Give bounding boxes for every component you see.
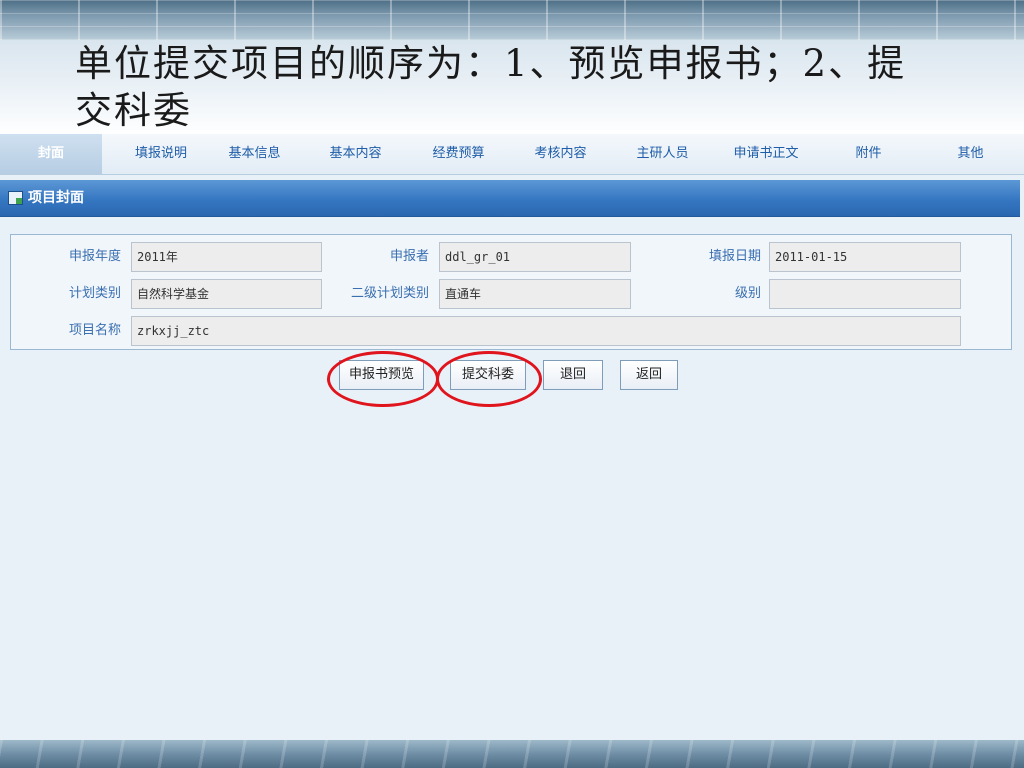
return-button[interactable]: 返回: [620, 360, 678, 390]
application-screenshot: 封面 填报说明 基本信息 基本内容 经费预算 考核内容 主研人员 申请书正文 附…: [0, 134, 1024, 740]
submit-to-committee-button[interactable]: 提交科委: [450, 360, 526, 390]
project-cover-form: 申报年度 2011年 申报者 ddl_gr_01 填报日期 2011-01-15…: [10, 234, 1012, 350]
reject-button[interactable]: 退回: [543, 360, 603, 390]
date-label: 填报日期: [708, 249, 761, 264]
slide-title-line-2: 交科委: [75, 89, 192, 132]
tab-budget[interactable]: 经费预算: [416, 134, 501, 174]
section-header: 项目封面: [0, 180, 1020, 217]
section-title: 项目封面: [28, 190, 84, 206]
sub-plan-category-label: 二级计划类别: [350, 286, 429, 301]
plan-category-field[interactable]: 自然科学基金: [131, 279, 322, 309]
tab-assessment[interactable]: 考核内容: [518, 134, 603, 174]
level-label: 级别: [734, 286, 761, 301]
tab-basic-content[interactable]: 基本内容: [313, 134, 398, 174]
preview-proposal-button[interactable]: 申报书预览: [339, 360, 424, 390]
tab-other[interactable]: 其他: [928, 134, 1013, 174]
sub-plan-category-field[interactable]: 直通车: [439, 279, 631, 309]
slide-footer-decoration: [0, 740, 1024, 768]
year-label: 申报年度: [68, 249, 121, 264]
tab-attachments[interactable]: 附件: [826, 134, 911, 174]
tab-cover[interactable]: 封面: [0, 134, 102, 174]
year-field[interactable]: 2011年: [131, 242, 322, 272]
plan-category-label: 计划类别: [68, 286, 121, 301]
tab-basic-info[interactable]: 基本信息: [212, 134, 297, 174]
applicant-label: 申报者: [389, 249, 429, 264]
tab-researchers[interactable]: 主研人员: [620, 134, 705, 174]
tab-proposal-text[interactable]: 申请书正文: [716, 134, 816, 174]
form-icon: [8, 191, 23, 205]
tab-instructions[interactable]: 填报说明: [110, 134, 212, 174]
slide-title: 单位提交项目的顺序为：1、预览申报书；2、提 交科委: [75, 40, 935, 134]
date-field[interactable]: 2011-01-15: [769, 242, 961, 272]
project-name-label: 项目名称: [68, 323, 121, 338]
slide-header-decoration: [0, 0, 1024, 40]
project-name-field[interactable]: zrkxjj_ztc: [131, 316, 961, 346]
level-field[interactable]: [769, 279, 961, 309]
tab-bar: 封面 填报说明 基本信息 基本内容 经费预算 考核内容 主研人员 申请书正文 附…: [0, 134, 1024, 175]
slide-title-line-1: 单位提交项目的顺序为：1、预览申报书；2、提: [75, 42, 907, 85]
applicant-field[interactable]: ddl_gr_01: [439, 242, 631, 272]
